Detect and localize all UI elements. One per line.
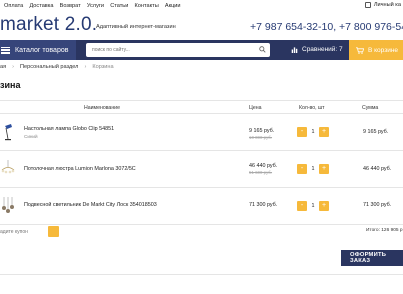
top-navigation: Оплата Доставка Возврат Услуги Статьи Ко…: [0, 0, 403, 12]
top-link-stati[interactable]: Статьи: [110, 3, 128, 9]
search-icon[interactable]: [259, 46, 266, 53]
product-name[interactable]: Подвесной светильник De Markt City Лоск …: [24, 202, 157, 208]
top-link-kontakty[interactable]: Контакты: [135, 3, 159, 9]
increase-button[interactable]: +: [319, 127, 329, 137]
account-label: Личный ка: [373, 2, 401, 8]
page-title: зина: [0, 80, 21, 90]
decrease-button[interactable]: -: [297, 164, 307, 174]
top-link-dostavka[interactable]: Доставка: [29, 3, 53, 9]
product-old-price: 10 000 руб.: [249, 135, 273, 140]
table-row: Потолочная люстра Lumion Marlona 3072/5C…: [0, 151, 403, 188]
product-price: 71 300 руб.: [249, 202, 278, 208]
cart-table-header: Наименование Цена Кол-во, шт Сумма: [0, 100, 403, 114]
quantity-value[interactable]: 1: [307, 166, 319, 172]
quantity-value[interactable]: 1: [307, 203, 319, 209]
table-row: Подвесной светильник De Markt City Лоск …: [0, 188, 403, 225]
menu-icon: [1, 46, 10, 54]
user-icon: [364, 2, 371, 8]
coupon-input[interactable]: [0, 226, 46, 237]
compare-link[interactable]: Сравнений: 7: [291, 46, 343, 53]
row-sum: 71 300 руб.: [363, 202, 392, 208]
product-name[interactable]: Потолочная люстра Lumion Marlona 3072/5C: [24, 166, 136, 172]
table-row: Настольная лампа Globo Clip 54851 Синий …: [0, 114, 403, 151]
product-old-price: 51 600 руб.: [249, 170, 273, 175]
top-link-akcii[interactable]: Акции: [165, 3, 181, 9]
breadcrumb-separator-icon: ›: [12, 64, 15, 70]
site-logo[interactable]: market 2.0.: [0, 14, 97, 36]
header-qty: Кол-во, шт: [299, 105, 325, 111]
product-image[interactable]: [1, 123, 15, 141]
product-price: 46 440 руб.: [249, 163, 278, 169]
increase-button[interactable]: +: [319, 201, 329, 211]
top-links: Оплата Доставка Возврат Услуги Статьи Ко…: [4, 3, 187, 9]
phone-numbers[interactable]: +7 987 654-32-10, +7 800 976-54: [250, 21, 403, 33]
search-input[interactable]: [92, 47, 252, 53]
increase-button[interactable]: +: [319, 164, 329, 174]
top-link-vozvrat[interactable]: Возврат: [60, 3, 81, 9]
catalog-button[interactable]: Каталог товаров: [0, 40, 76, 60]
product-name[interactable]: Настольная лампа Globo Clip 54851: [24, 126, 114, 132]
breadcrumb: ая › Персональный раздел › Корзина: [0, 64, 114, 70]
decrease-button[interactable]: -: [297, 127, 307, 137]
breadcrumb-personal[interactable]: Персональный раздел: [20, 64, 78, 70]
product-image[interactable]: [1, 197, 15, 215]
header-sum: Сумма: [362, 105, 379, 111]
header-price: Цена: [249, 105, 262, 111]
top-link-uslugi[interactable]: Услуги: [87, 3, 104, 9]
breadcrumb-current: Корзина: [92, 64, 114, 70]
row-sum: 9 165 руб.: [363, 129, 389, 135]
total-value: 126 905 р: [381, 228, 403, 233]
total-label: Итого:: [366, 228, 380, 233]
cart-button[interactable]: В корзине: [349, 40, 403, 60]
quantity-stepper: - 1 +: [297, 164, 329, 174]
catalog-label: Каталог товаров: [15, 46, 69, 54]
breadcrumb-separator-icon: ›: [84, 64, 87, 70]
quantity-value[interactable]: 1: [307, 129, 319, 135]
product-price: 9 165 руб.: [249, 128, 275, 134]
cart-icon: [356, 46, 364, 54]
compare-label: Сравнений: 7: [302, 46, 343, 53]
top-link-oplata[interactable]: Оплата: [4, 3, 23, 9]
account-link[interactable]: Личный ка: [364, 2, 401, 8]
cart-label: В корзине: [368, 46, 399, 54]
quantity-stepper: - 1 +: [297, 201, 329, 211]
product-variant: Синий: [24, 134, 38, 139]
coupon-form: [0, 226, 60, 237]
header-name: Наименование: [84, 105, 120, 111]
row-sum: 46 440 руб.: [363, 166, 392, 172]
product-image[interactable]: [1, 160, 15, 178]
search-box[interactable]: [86, 43, 270, 57]
divider: [0, 274, 403, 275]
order-total: Итого: 126 905 р: [366, 228, 403, 233]
breadcrumb-home[interactable]: ая: [0, 64, 6, 70]
compare-icon: [291, 47, 298, 53]
tagline: Адаптивный интернет-магазин: [96, 24, 176, 30]
quantity-stepper: - 1 +: [297, 127, 329, 137]
coupon-apply-button[interactable]: [48, 226, 59, 237]
decrease-button[interactable]: -: [297, 201, 307, 211]
checkout-button[interactable]: ОФОРМИТЬ ЗАКАЗ: [341, 250, 403, 266]
